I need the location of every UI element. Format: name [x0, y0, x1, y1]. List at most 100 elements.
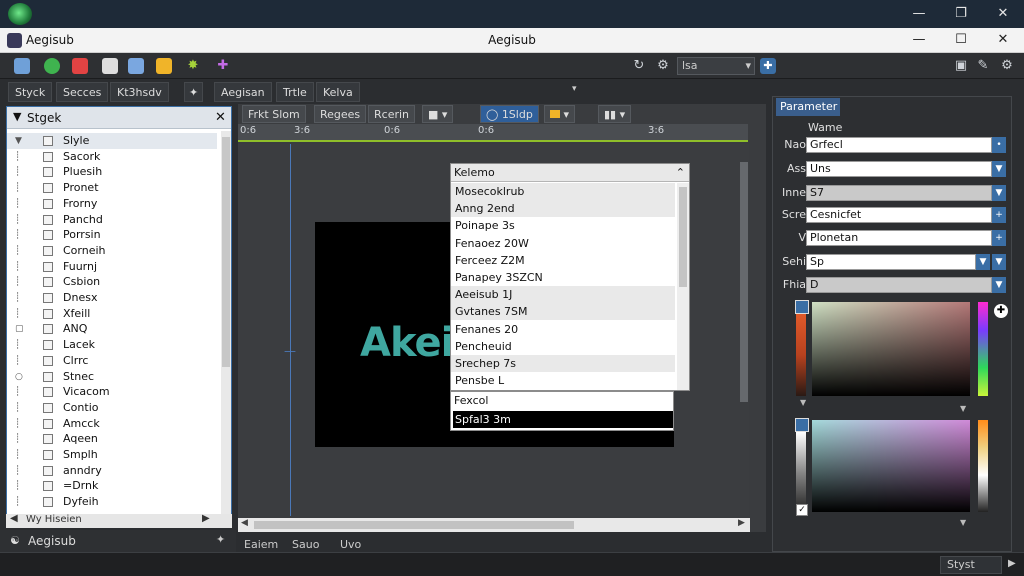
- style-tree-item[interactable]: ┊ Dyfeih: [7, 494, 217, 510]
- dropdown-item[interactable]: Pensbe L: [451, 372, 675, 389]
- parameter-field[interactable]: Cesnicfet: [806, 207, 992, 223]
- display-dropdown[interactable]: ▮▮ ▾: [598, 105, 632, 123]
- speed-button[interactable]: ◯ 1Sldp: [480, 105, 539, 123]
- style-tree-item[interactable]: ┊ Pluesih: [7, 164, 217, 180]
- style-tree-item[interactable]: ┊ Fuurnj: [7, 259, 217, 275]
- style-tree-item[interactable]: ┊ anndry: [7, 463, 217, 479]
- footer-pin-icon[interactable]: ✦: [216, 533, 225, 546]
- pin-icon[interactable]: ✚: [760, 58, 776, 74]
- minimize-icon[interactable]: —: [908, 5, 930, 23]
- style-tree-item[interactable]: ┊ Corneih: [7, 243, 217, 259]
- parameter-field[interactable]: Uns: [806, 161, 992, 177]
- dropdown-item[interactable]: Srechep 7s: [451, 355, 675, 372]
- tool-icon[interactable]: ✎: [974, 57, 992, 75]
- properties-icon[interactable]: [128, 58, 144, 74]
- restore-icon[interactable]: ❐: [950, 5, 972, 23]
- primary-alpha-slider[interactable]: [796, 314, 806, 396]
- style-tree-item[interactable]: ┊ Sacork: [7, 149, 217, 165]
- menu-item-kt3hsdv[interactable]: Kt3hsdv: [110, 82, 169, 102]
- style-tree-item[interactable]: ┊ Clrrc: [7, 353, 217, 369]
- style-tree-item[interactable]: ┊ Pronet: [7, 180, 217, 196]
- parameter-dropdown-icon[interactable]: ▼: [992, 185, 1006, 201]
- dropdown-item[interactable]: Mosecoklrub: [451, 183, 675, 200]
- dropdown-scrollbar[interactable]: [677, 183, 689, 390]
- tree-hscrollbar[interactable]: Wy Hiseien ◀ ▶: [6, 513, 232, 528]
- wrench-icon[interactable]: ⚙: [654, 57, 672, 75]
- dropdown-item[interactable]: Anng 2end: [451, 200, 675, 218]
- star-icon[interactable]: ✸: [184, 57, 202, 75]
- menu-overflow-icon[interactable]: ▾: [572, 84, 577, 94]
- eyedropper-icon[interactable]: ✚: [994, 304, 1008, 318]
- minimize-button[interactable]: —: [908, 31, 930, 49]
- panel-close-icon[interactable]: ✕: [215, 110, 226, 125]
- parameter-field[interactable]: Sp: [806, 254, 976, 270]
- maximize-button[interactable]: ☐: [950, 31, 972, 49]
- scroll-left-icon[interactable]: ◀: [10, 513, 18, 524]
- style-tree-item[interactable]: ○ Stnec: [7, 369, 217, 385]
- parameter-dropdown-icon[interactable]: ▼: [992, 254, 1006, 270]
- subtitle-dropdown-list[interactable]: Kelemo ⌃ Mosecoklrub Anng 2end Poinape 3s F…: [450, 163, 690, 391]
- window-icon[interactable]: ▣: [952, 57, 970, 75]
- style-tree-item[interactable]: ┊ Frorny: [7, 196, 217, 212]
- footer-tab-3[interactable]: Uvo: [340, 538, 361, 551]
- close-icon[interactable]: ✕: [992, 5, 1014, 23]
- save-icon[interactable]: [14, 58, 30, 74]
- style-tree-item[interactable]: ┊ Smplh: [7, 447, 217, 463]
- style-tree-item[interactable]: ┊ Vicacom: [7, 384, 217, 400]
- playhead-line[interactable]: [290, 144, 291, 516]
- video-vscrollbar[interactable]: [739, 144, 749, 516]
- color-dropdown[interactable]: ▾: [544, 105, 576, 123]
- style-tree-item[interactable]: ┊ Panchd: [7, 212, 217, 228]
- parameter-dropdown-icon[interactable]: ▼: [992, 277, 1006, 293]
- secondary-color-picker[interactable]: [812, 420, 970, 512]
- secondary-alpha-slider[interactable]: [796, 432, 806, 512]
- footer-tab-1[interactable]: Eaiem: [244, 538, 278, 551]
- style-tree-item[interactable]: ┊ Porrsin: [7, 227, 217, 243]
- document-icon[interactable]: [102, 58, 118, 74]
- dropdown-item[interactable]: Panapey 3SZCN: [451, 269, 675, 286]
- open-video-icon[interactable]: [44, 58, 60, 74]
- dropdown-item[interactable]: Poinape 3s: [451, 217, 675, 234]
- dropdown-item[interactable]: Ferceez Z2M: [451, 252, 675, 269]
- secondary-hue-slider[interactable]: [978, 420, 988, 512]
- dropdown-item[interactable]: Gvtanes 7SM: [451, 303, 675, 321]
- settings-icon[interactable]: ⚙: [998, 57, 1016, 75]
- parameter-dropdown-icon[interactable]: +: [992, 230, 1006, 246]
- style-tree-item[interactable]: ┊ Aqeen: [7, 431, 217, 447]
- parameter-dropdown-icon[interactable]: •: [992, 137, 1006, 153]
- video-hscrollbar[interactable]: ◀ ▶: [238, 518, 750, 532]
- footer-tab-2[interactable]: Sauo: [292, 538, 319, 551]
- menu-item-aegisan[interactable]: Aegisan: [214, 82, 272, 102]
- style-tree-item[interactable]: ┊ Xfeill: [7, 306, 217, 322]
- tree-scrollbar[interactable]: [221, 131, 231, 521]
- playhead-marker[interactable]: —: [284, 344, 296, 358]
- hscroll-right-icon[interactable]: ▶: [738, 518, 745, 528]
- style-tree-item[interactable]: ┊ Csbion: [7, 274, 217, 290]
- menu-item-trtle[interactable]: Trtle: [276, 82, 314, 102]
- parameter-dropdown-icon[interactable]: ▼: [992, 161, 1006, 177]
- primary-color-swatch[interactable]: [795, 300, 809, 314]
- style-tree-item[interactable]: ┊ Lacek: [7, 337, 217, 353]
- secondary-color-swatch[interactable]: [795, 418, 809, 432]
- parameter-field[interactable]: D: [806, 277, 992, 293]
- plugin-icon[interactable]: ✚: [214, 57, 232, 75]
- dropdown-item[interactable]: Pencheuid: [451, 338, 675, 355]
- refresh-icon[interactable]: ↻: [630, 57, 648, 75]
- style-tree-item[interactable]: ┊ Contio: [7, 400, 217, 416]
- timeline-ruler[interactable]: 0:6 3:6 0:6 0:6 3:6: [238, 124, 748, 142]
- frame-slow-button[interactable]: Frkt Slom: [242, 105, 306, 123]
- style-tree-item[interactable]: ▢ ANQ: [7, 321, 217, 337]
- parameter-field[interactable]: Grfecl: [806, 137, 992, 153]
- parameter-field[interactable]: S7: [806, 185, 992, 201]
- close-button[interactable]: ✕: [992, 31, 1014, 49]
- parameter-secondary-dropdown-icon[interactable]: ▼: [976, 254, 990, 270]
- collapse-icon[interactable]: ⌃: [676, 164, 685, 182]
- zoom-select[interactable]: lsa ▾: [677, 57, 755, 75]
- style-tree-item[interactable]: ┊ Dnesx: [7, 290, 217, 306]
- zoom-dropdown[interactable]: ■ ▾: [422, 105, 454, 123]
- audio-icon[interactable]: [72, 58, 88, 74]
- parameter-dropdown-icon[interactable]: +: [992, 207, 1006, 223]
- menu-item-styck[interactable]: Styck: [8, 82, 53, 102]
- regees-button[interactable]: Regees: [314, 105, 367, 123]
- dropdown-item[interactable]: Aeeisub 1J: [451, 286, 675, 304]
